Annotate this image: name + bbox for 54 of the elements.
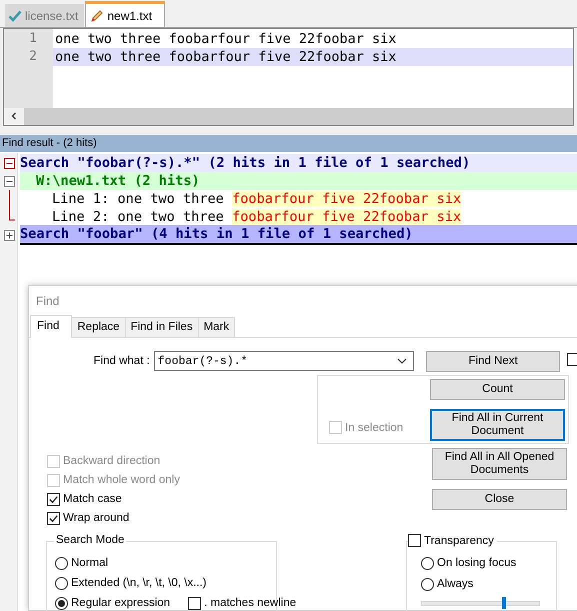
dialog-tab[interactable]: Find in Files: [124, 317, 199, 337]
hit-line[interactable]: Line 2: one two three foobarfour five 22foobar six: [20, 208, 462, 226]
radio-button[interactable]: [421, 578, 434, 590]
caret-icon[interactable]: [397, 358, 408, 364]
group-title: Search Mode: [54, 534, 126, 546]
radio-button[interactable]: [55, 576, 68, 590]
checkbox[interactable]: [188, 596, 202, 610]
checkbox[interactable]: [47, 492, 60, 506]
checkbox[interactable]: [567, 353, 577, 366]
radio-label: Extended (\n, \r, \t, \0, \x...): [71, 577, 207, 589]
dialog-title: Find: [35, 293, 60, 310]
pencil-icon: [90, 8, 104, 22]
radio-label: On losing focus: [437, 557, 516, 569]
checkbox[interactable]: [47, 512, 60, 524]
dialog-button[interactable]: Count: [430, 379, 565, 400]
expand-icon[interactable]: [4, 230, 15, 240]
search-header[interactable]: Search "foobar(?-s).*" (2 hits in 1 file of 1 searched): [20, 154, 577, 172]
line-number: 1: [28, 30, 38, 48]
file-header[interactable]: W:\new1.txt (2 hits): [20, 172, 577, 190]
radio-button[interactable]: [55, 596, 68, 610]
collapse-icon[interactable]: [4, 176, 15, 186]
radio-label: Normal: [71, 557, 108, 569]
checkbox-label: . matches newline: [204, 597, 296, 609]
text-editor[interactable]: 1 2 one two three foobarfour five 22foobar six one two three foobarfour five 22foobar six: [3, 28, 574, 126]
dialog-button[interactable]: Close: [432, 489, 567, 510]
checkbox-label: Match case: [63, 493, 122, 505]
checkbox-label: Transparency: [421, 534, 497, 546]
radio-label: Regular expression: [71, 597, 170, 609]
dialog-tab[interactable]: Find: [30, 315, 72, 338]
checkbox-label: In selection: [345, 422, 404, 434]
hit-line[interactable]: Line 1: one two three foobarfour five 22foobar six: [20, 190, 462, 208]
panel-title: Find result - (2 hits): [0, 135, 577, 153]
search-header[interactable]: Search "foobar" (4 hits in 1 file of 1 searched): [20, 225, 577, 245]
checkbox-label: Match whole word only: [63, 474, 180, 486]
radio-button[interactable]: [55, 556, 68, 570]
find-what-label: Find what :: [92, 355, 151, 367]
checkbox-label: Backward direction: [63, 455, 160, 467]
checkbox-label: Wrap around: [63, 512, 130, 524]
dialog-button[interactable]: Find All in All Opened Documents: [432, 448, 567, 480]
checkbox[interactable]: [408, 534, 421, 547]
dialog-button[interactable]: Find All in Current Document: [430, 409, 565, 441]
code-line: one two three foobarfour five 22foobar six: [54, 30, 398, 48]
checkmark-icon: [8, 8, 22, 22]
dialog-button[interactable]: Find Next: [426, 350, 560, 372]
file-tab[interactable]: new1.txt: [85, 1, 166, 27]
line-number: 2: [28, 48, 38, 66]
find-what-field[interactable]: foobar(?-s).*: [154, 351, 414, 371]
slider-thumb[interactable]: [502, 597, 506, 609]
dialog-tab[interactable]: Replace: [71, 317, 126, 337]
scroll-left-icon[interactable]: [9, 111, 19, 121]
collapse-icon[interactable]: [4, 158, 15, 168]
radio-button[interactable]: [421, 556, 434, 570]
dialog-tab[interactable]: Mark: [198, 317, 236, 337]
radio-label: Always: [437, 578, 474, 590]
